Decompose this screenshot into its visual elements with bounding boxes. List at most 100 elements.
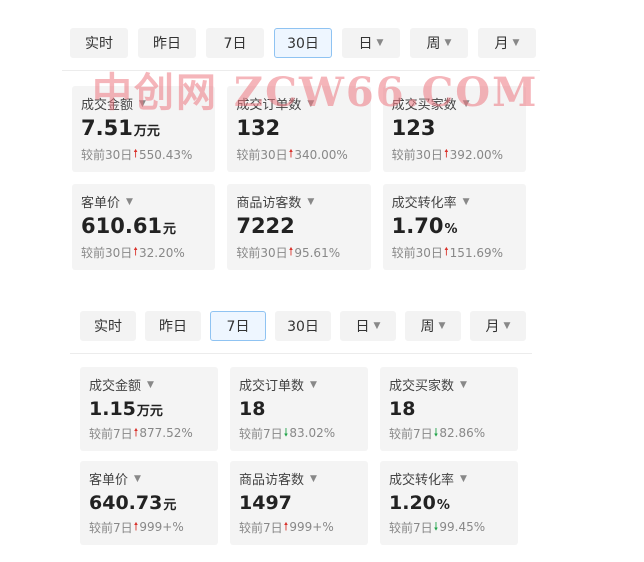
caret-down-icon: ▼ — [460, 473, 467, 484]
caret-down-icon: ▼ — [307, 196, 315, 207]
arrow-up-icon: 🠕 — [133, 147, 139, 160]
arrow-up-icon: 🠕 — [443, 245, 449, 258]
caret-down-icon: ▼ — [462, 196, 470, 207]
arrow-up-icon: 🠕 — [288, 245, 294, 258]
tab-label: 月 — [485, 319, 500, 335]
metric-label: 成交订单数 ▼ — [236, 98, 315, 113]
metric-card-conversion-rate[interactable]: 成交转化率 ▼ 1.70% 较前30日 🠕 151.69% — [382, 184, 526, 270]
tab-day-dropdown[interactable]: 日 ▼ — [340, 311, 396, 341]
metric-card-gmv[interactable]: 成交金额 ▼ 7.51万元 较前30日 🠕 550.43% — [72, 86, 216, 172]
metric-label: 成交转化率 ▼ — [391, 196, 470, 211]
caret-down-icon: ▼ — [307, 98, 315, 109]
metric-card-visitors[interactable]: 商品访客数 ▼ 7222 较前30日 🠕 95.61% — [227, 184, 371, 270]
metric-value: 1497 — [239, 491, 292, 514]
tab-label: 日 — [355, 319, 370, 335]
tab-label: 日 — [358, 36, 373, 52]
caret-down-icon: ▼ — [134, 473, 141, 484]
metric-label: 商品访客数 ▼ — [236, 196, 315, 211]
tab-day-dropdown[interactable]: 日 ▼ — [342, 28, 400, 58]
metric-label: 成交金额 ▼ — [81, 98, 146, 113]
caret-down-icon: ▼ — [376, 38, 384, 48]
metric-compare: 较前7日 🠗 82.86% — [389, 425, 486, 441]
divider — [62, 70, 540, 71]
metric-compare: 较前30日 🠕 340.00% — [236, 147, 348, 162]
arrow-up-icon: 🠕 — [283, 519, 289, 533]
tab-label: 实时 — [94, 319, 122, 335]
metric-compare: 较前30日 🠕 550.43% — [81, 147, 193, 162]
metric-compare: 较前7日 🠕 877.52% — [89, 425, 193, 441]
metric-card-conversion-rate[interactable]: 成交转化率 ▼ 1.20% 较前7日 🠗 99.45% — [380, 461, 518, 545]
arrow-down-icon: 🠗 — [433, 519, 439, 533]
metric-label: 成交转化率 ▼ — [389, 473, 467, 488]
tab-week-dropdown[interactable]: 周 ▼ — [405, 311, 461, 341]
metric-compare: 较前7日 🠗 99.45% — [389, 519, 486, 535]
tab-label: 7日 — [223, 36, 247, 52]
arrow-up-icon: 🠕 — [133, 425, 139, 439]
arrow-up-icon: 🠕 — [288, 147, 294, 160]
metric-compare: 较前7日 🠕 999+% — [239, 519, 334, 535]
metric-value: 132 — [236, 116, 281, 141]
tab-month-dropdown[interactable]: 月 ▼ — [478, 28, 536, 58]
tab-7d[interactable]: 7日 — [210, 311, 266, 341]
metric-card-avg-order-value[interactable]: 客单价 ▼ 610.61元 较前30日 🠕 32.20% — [72, 184, 216, 270]
tab-label: 昨日 — [159, 319, 187, 335]
metric-value: 18 — [389, 397, 416, 420]
tab-label: 30日 — [287, 319, 319, 335]
metric-value: 7.51万元 — [81, 116, 160, 141]
tab-month-dropdown[interactable]: 月 ▼ — [470, 311, 526, 341]
divider — [70, 353, 532, 354]
tab-label: 周 — [420, 319, 435, 335]
tab-label: 月 — [494, 36, 509, 52]
metric-card-buyers[interactable]: 成交买家数 ▼ 123 较前30日 🠕 392.00% — [382, 86, 526, 172]
arrow-up-icon: 🠕 — [443, 147, 449, 160]
tab-7d[interactable]: 7日 — [206, 28, 264, 58]
metric-card-buyers[interactable]: 成交买家数 ▼ 18 较前7日 🠗 82.86% — [380, 367, 518, 451]
tab-week-dropdown[interactable]: 周 ▼ — [410, 28, 468, 58]
caret-down-icon: ▼ — [460, 379, 467, 390]
tab-label: 30日 — [287, 36, 319, 52]
caret-down-icon: ▼ — [310, 379, 317, 390]
tab-realtime[interactable]: 实时 — [70, 28, 128, 58]
metric-value: 18 — [239, 397, 266, 420]
caret-down-icon: ▼ — [126, 196, 133, 207]
metric-card-visitors[interactable]: 商品访客数 ▼ 1497 较前7日 🠕 999+% — [230, 461, 368, 545]
tab-30d[interactable]: 30日 — [274, 28, 332, 58]
caret-down-icon: ▼ — [310, 473, 317, 484]
metric-value: 610.61元 — [81, 214, 177, 239]
metric-label: 商品访客数 ▼ — [239, 473, 317, 488]
arrow-down-icon: 🠗 — [433, 425, 439, 439]
metric-value: 640.73元 — [89, 491, 177, 514]
metric-label: 成交订单数 ▼ — [239, 379, 317, 394]
metric-value: 7222 — [236, 214, 295, 239]
metric-compare: 较前30日 🠕 151.69% — [391, 245, 504, 260]
tab-yesterday[interactable]: 昨日 — [145, 311, 201, 341]
metric-card-avg-order-value[interactable]: 客单价 ▼ 640.73元 较前7日 🠕 999+% — [80, 461, 218, 545]
caret-down-icon: ▼ — [512, 38, 520, 48]
arrow-up-icon: 🠕 — [133, 245, 139, 258]
period-tabs-30d: 实时 昨日 7日 30日 日 ▼ 周 ▼ 月 ▼ — [70, 28, 536, 58]
metric-card-gmv[interactable]: 成交金额 ▼ 1.15万元 较前7日 🠕 877.52% — [80, 367, 218, 451]
metric-label: 成交金额 ▼ — [89, 379, 154, 394]
metric-compare: 较前30日 🠕 392.00% — [391, 147, 504, 162]
tab-label: 实时 — [85, 36, 113, 52]
tab-30d[interactable]: 30日 — [275, 311, 331, 341]
arrow-up-icon: 🠕 — [133, 519, 139, 533]
metric-compare: 较前7日 🠕 999+% — [89, 519, 184, 535]
tab-yesterday[interactable]: 昨日 — [138, 28, 196, 58]
metrics-grid-30d: 成交金额 ▼ 7.51万元 较前30日 🠕 550.43% 成交订单数 ▼ 132 较前… — [72, 86, 526, 270]
metric-value: 1.20% — [389, 491, 450, 514]
metric-compare: 较前30日 🠕 95.61% — [236, 245, 341, 260]
metric-card-orders[interactable]: 成交订单数 ▼ 18 较前7日 🠗 83.02% — [230, 367, 368, 451]
metric-label: 客单价 ▼ — [89, 473, 141, 488]
caret-down-icon: ▼ — [139, 98, 146, 109]
metric-label: 客单价 ▼ — [81, 196, 133, 211]
caret-down-icon: ▼ — [147, 379, 154, 390]
tab-label: 周 — [426, 36, 441, 52]
metric-value: 123 — [391, 116, 436, 141]
metric-label: 成交买家数 ▼ — [391, 98, 470, 113]
caret-down-icon: ▼ — [462, 98, 470, 109]
caret-down-icon: ▼ — [503, 321, 511, 331]
caret-down-icon: ▼ — [438, 321, 446, 331]
tab-realtime[interactable]: 实时 — [80, 311, 136, 341]
metric-card-orders[interactable]: 成交订单数 ▼ 132 较前30日 🠕 340.00% — [227, 86, 371, 172]
